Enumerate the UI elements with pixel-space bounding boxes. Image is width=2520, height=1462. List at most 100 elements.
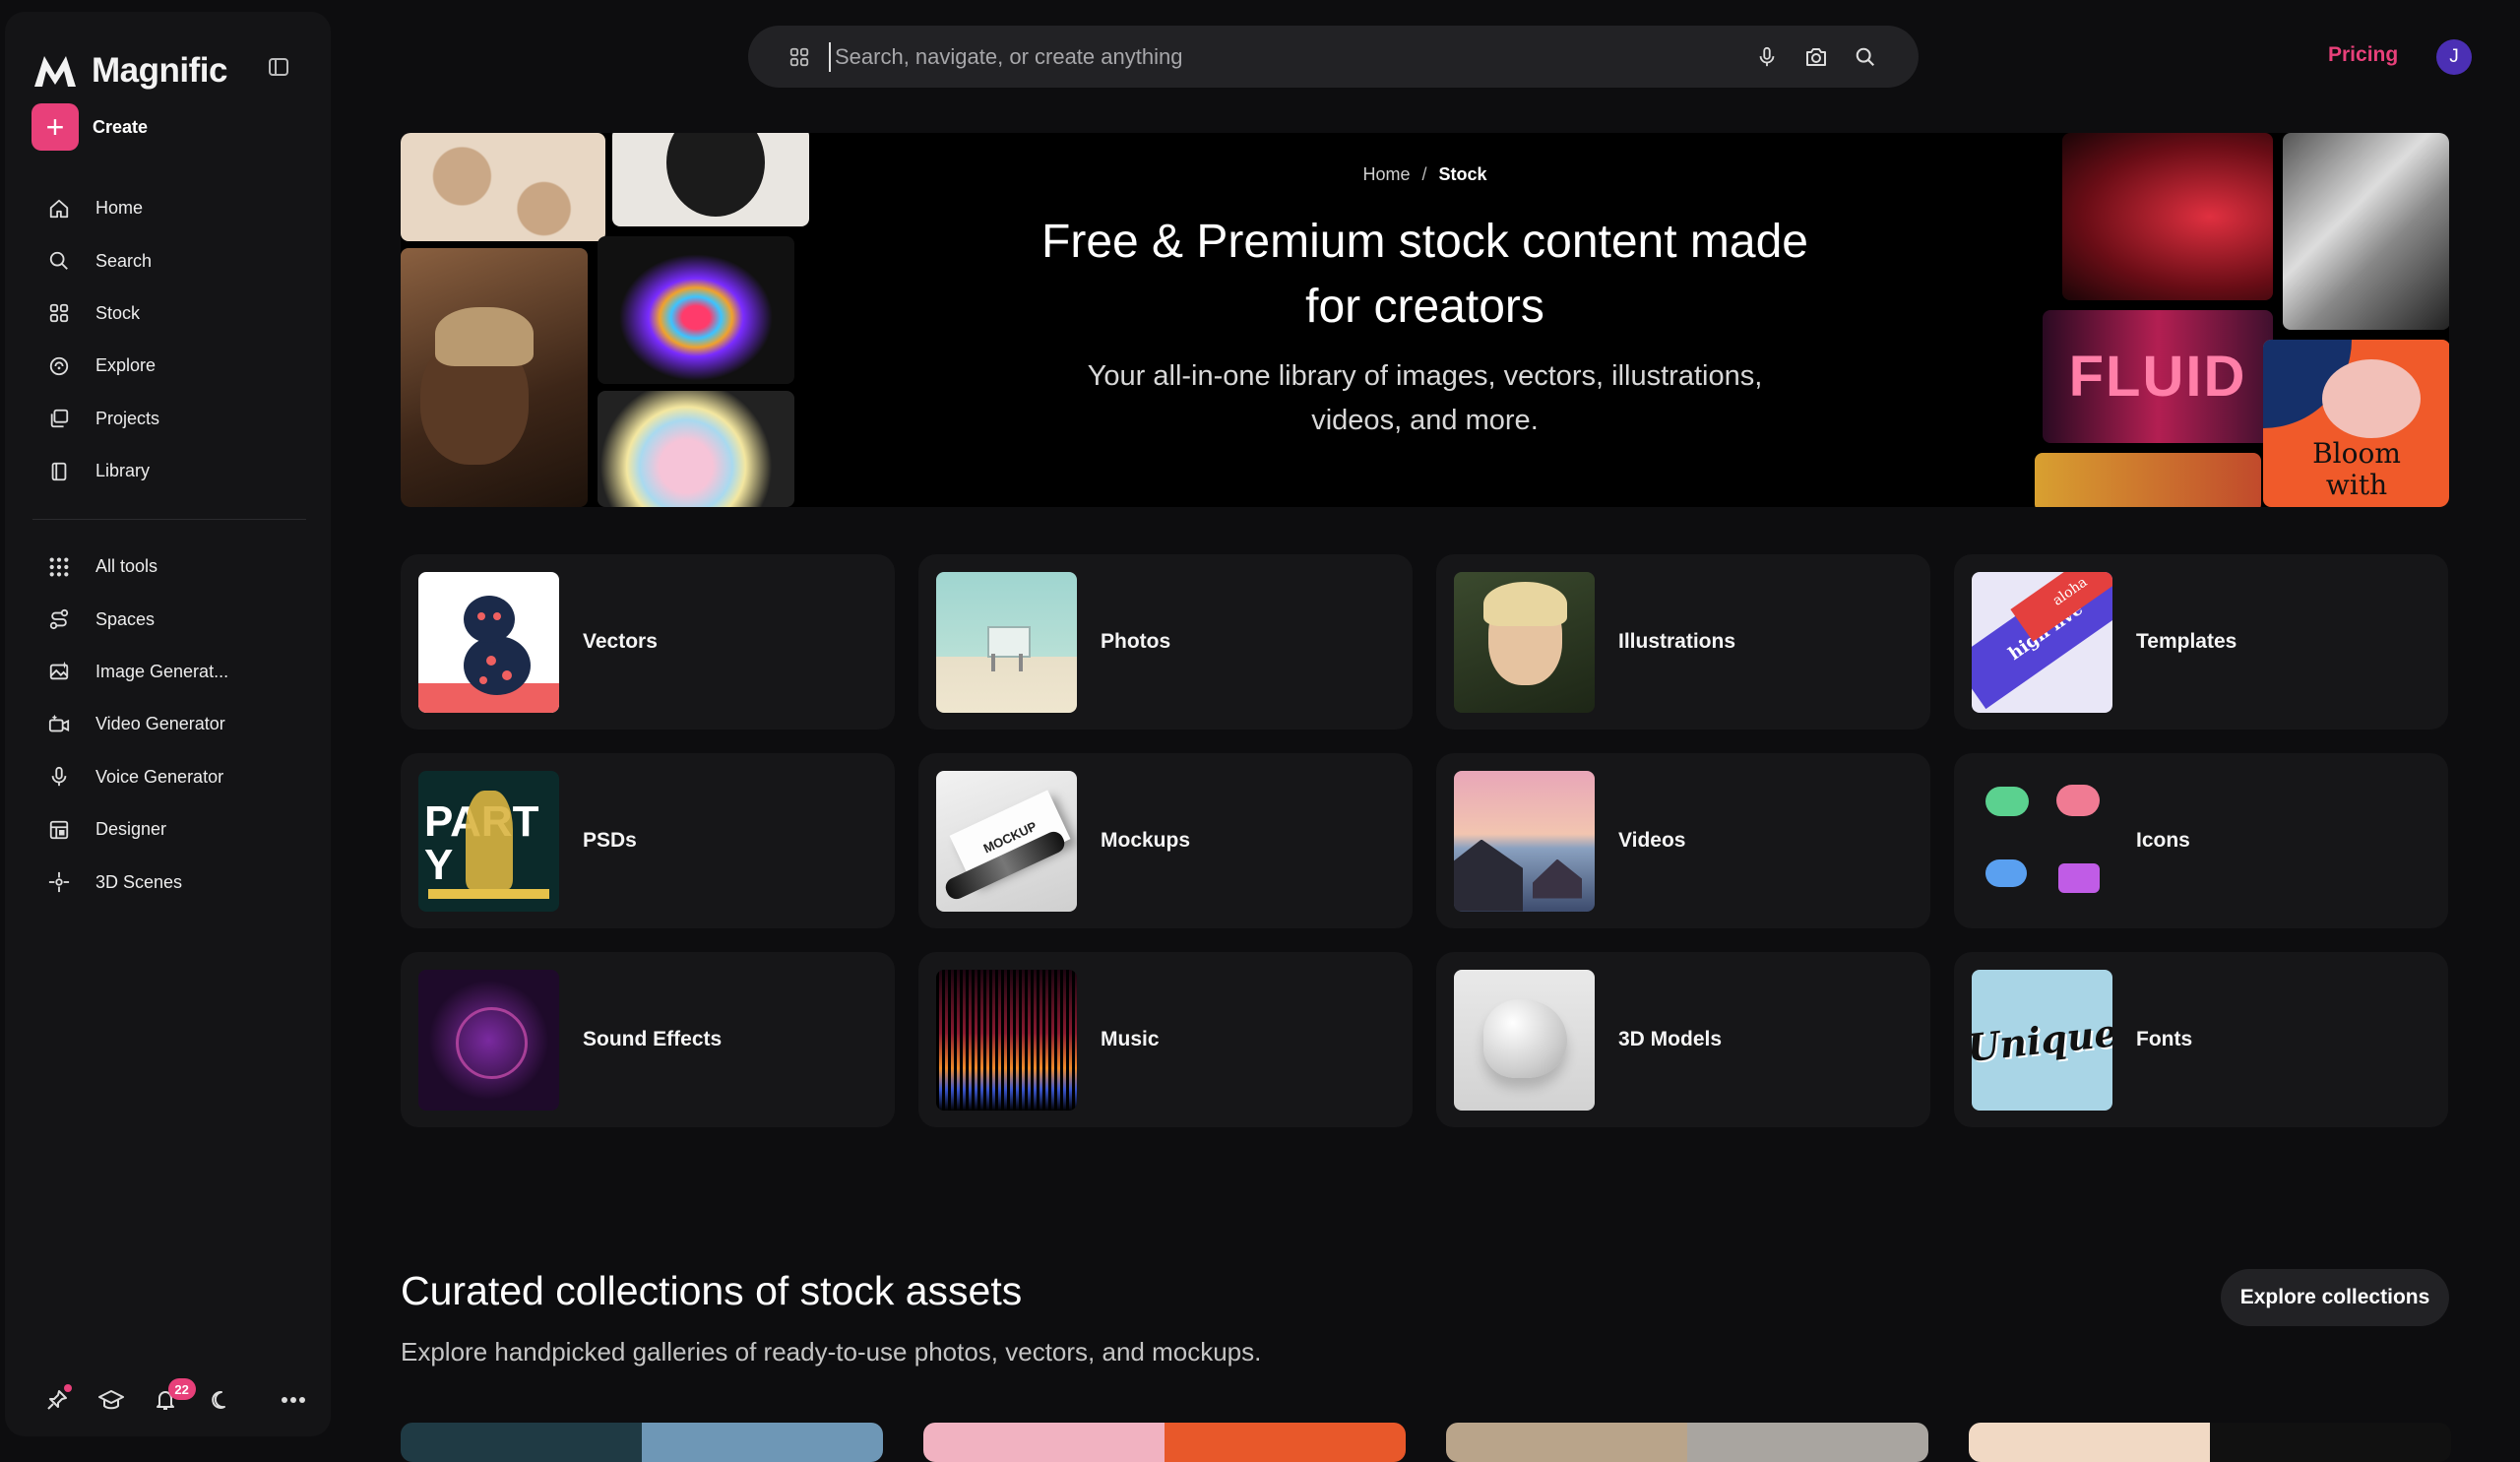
sidebar-item-spaces[interactable]: Spaces — [25, 593, 310, 645]
category-label: Photos — [1101, 630, 1171, 653]
bell-icon[interactable]: 22 — [151, 1378, 196, 1416]
more-icon[interactable] — [278, 1384, 308, 1416]
pricing-link[interactable]: Pricing — [2328, 43, 2398, 67]
create-button[interactable]: + Create — [32, 103, 148, 151]
brand[interactable]: Magnific — [32, 51, 227, 91]
stock-icon — [46, 300, 72, 326]
sidebar-item-projects[interactable]: Projects — [25, 393, 310, 445]
search-icon — [46, 248, 72, 274]
category-label: Videos — [1618, 829, 1686, 852]
spaces-icon — [46, 606, 72, 632]
sidebar-item-image-generator[interactable]: Image Generat... — [25, 646, 310, 698]
templates-thumbnail: high five aloha — [1972, 571, 2112, 713]
sidebar-item-label: 3D Scenes — [95, 871, 183, 892]
category-card-fonts[interactable]: Unique Fonts — [1954, 952, 2448, 1127]
library-icon — [46, 459, 72, 484]
grid-icon — [46, 554, 72, 580]
collections-title: Curated collections of stock assets — [401, 1268, 1023, 1313]
camera-icon[interactable] — [1802, 43, 1830, 71]
explore-icon — [46, 353, 72, 379]
moon-icon[interactable] — [204, 1384, 234, 1416]
category-card-psds[interactable]: PARTY PSDs — [401, 753, 895, 928]
sidebar-item-label: Voice Generator — [95, 766, 224, 787]
category-card-illustrations[interactable]: Illustrations — [1436, 554, 1930, 730]
sidebar-item-library[interactable]: Library — [25, 445, 310, 497]
create-label: Create — [93, 116, 149, 137]
avatar[interactable]: J — [2436, 39, 2472, 75]
graduation-cap-icon[interactable] — [96, 1384, 127, 1416]
sidebar-item-label: Explore — [95, 355, 157, 376]
sidebar-item-video-generator[interactable]: Video Generator — [25, 698, 310, 750]
breadcrumb-current: Stock — [1438, 164, 1487, 184]
category-label: 3D Models — [1618, 1028, 1723, 1050]
category-card-vectors[interactable]: Vectors — [401, 554, 895, 730]
category-label: Vectors — [583, 630, 658, 653]
sidebar-item-label: All tools — [95, 556, 158, 577]
pin-icon[interactable] — [42, 1384, 73, 1416]
sidebar-item-label: Projects — [95, 408, 160, 428]
sidebar-item-label: Search — [95, 250, 153, 271]
category-card-videos[interactable]: Videos — [1436, 753, 1930, 928]
hero-art-bloom-text: Bloom with — [2312, 437, 2401, 501]
search-icon[interactable] — [1852, 43, 1879, 71]
category-label: Sound Effects — [583, 1028, 723, 1050]
3d-models-thumbnail — [1454, 969, 1595, 1111]
command-grid-icon[interactable] — [786, 43, 813, 71]
cloud-flower-icon — [2056, 784, 2100, 816]
vectors-thumbnail — [418, 571, 559, 713]
search-input[interactable] — [829, 41, 1753, 72]
category-label: Illustrations — [1618, 630, 1736, 653]
category-label: PSDs — [583, 829, 637, 852]
sidebar-item-home[interactable]: Home — [25, 182, 310, 234]
page-subtitle-line-1: Your all-in-one library of images, vecto… — [1087, 360, 1763, 392]
global-search-bar[interactable] — [748, 26, 1919, 88]
collection-card[interactable] — [401, 1423, 883, 1462]
cloud-globe-icon — [1985, 786, 2029, 816]
category-label: Icons — [2136, 829, 2190, 852]
video-icon — [46, 712, 72, 737]
sidebar-item-designer[interactable]: Designer — [25, 803, 310, 856]
magnific-logo-icon — [32, 53, 78, 89]
photos-thumbnail — [936, 571, 1077, 713]
music-thumbnail — [936, 969, 1077, 1111]
templates-thumbnail-small-text: aloha — [2049, 573, 2091, 609]
sidebar-item-label: Video Generator — [95, 714, 225, 734]
page-title-line-1: Free & Premium stock content made — [1041, 216, 1808, 268]
collection-card[interactable] — [923, 1423, 1406, 1462]
sidebar-item-all-tools[interactable]: All tools — [25, 540, 310, 593]
category-label: Mockups — [1101, 829, 1191, 852]
sidebar-item-label: Home — [95, 198, 144, 219]
microphone-icon[interactable] — [1753, 43, 1781, 71]
explore-collections-button[interactable]: Explore collections — [2221, 1269, 2449, 1326]
sidebar-item-search[interactable]: Search — [25, 234, 310, 286]
collection-card[interactable] — [1446, 1423, 1928, 1462]
sidebar-toggle-icon[interactable] — [267, 55, 292, 81]
illustrations-thumbnail — [1454, 571, 1595, 713]
nav-divider — [32, 519, 306, 520]
sidebar-item-3d-scenes[interactable]: 3D Scenes — [25, 856, 310, 908]
category-card-3d-models[interactable]: 3D Models — [1436, 952, 1930, 1127]
breadcrumb-home[interactable]: Home — [1362, 164, 1410, 184]
page-title-line-2: for creators — [1305, 281, 1544, 333]
sidebar-item-label: Spaces — [95, 608, 156, 629]
category-card-sound-effects[interactable]: Sound Effects — [401, 952, 895, 1127]
status-dot — [63, 1384, 72, 1392]
category-card-mockups[interactable]: MOCKUP Mockups — [918, 753, 1413, 928]
sidebar: Magnific + Create Home Search Stock Expl… — [5, 12, 331, 1436]
sidebar-item-voice-generator[interactable]: Voice Generator — [25, 751, 310, 803]
category-card-photos[interactable]: Photos — [918, 554, 1413, 730]
cloud-pin-icon — [1985, 858, 2027, 887]
collection-card[interactable] — [1969, 1423, 2451, 1462]
notification-badge: 22 — [167, 1378, 196, 1400]
category-card-templates[interactable]: high five aloha Templates — [1954, 554, 2448, 730]
page-title: Free & Premium stock content made for cr… — [401, 210, 2449, 340]
sidebar-item-stock[interactable]: Stock — [25, 287, 310, 340]
category-card-icons[interactable]: Icons — [1954, 753, 2448, 928]
image-icon — [46, 659, 72, 684]
fonts-thumbnail: Unique — [1972, 969, 2112, 1111]
sidebar-bottom-bar: 22 — [42, 1378, 308, 1417]
category-card-music[interactable]: Music — [918, 952, 1413, 1127]
3d-icon — [46, 869, 72, 895]
sidebar-item-explore[interactable]: Explore — [25, 340, 310, 392]
category-label: Templates — [2136, 630, 2237, 653]
